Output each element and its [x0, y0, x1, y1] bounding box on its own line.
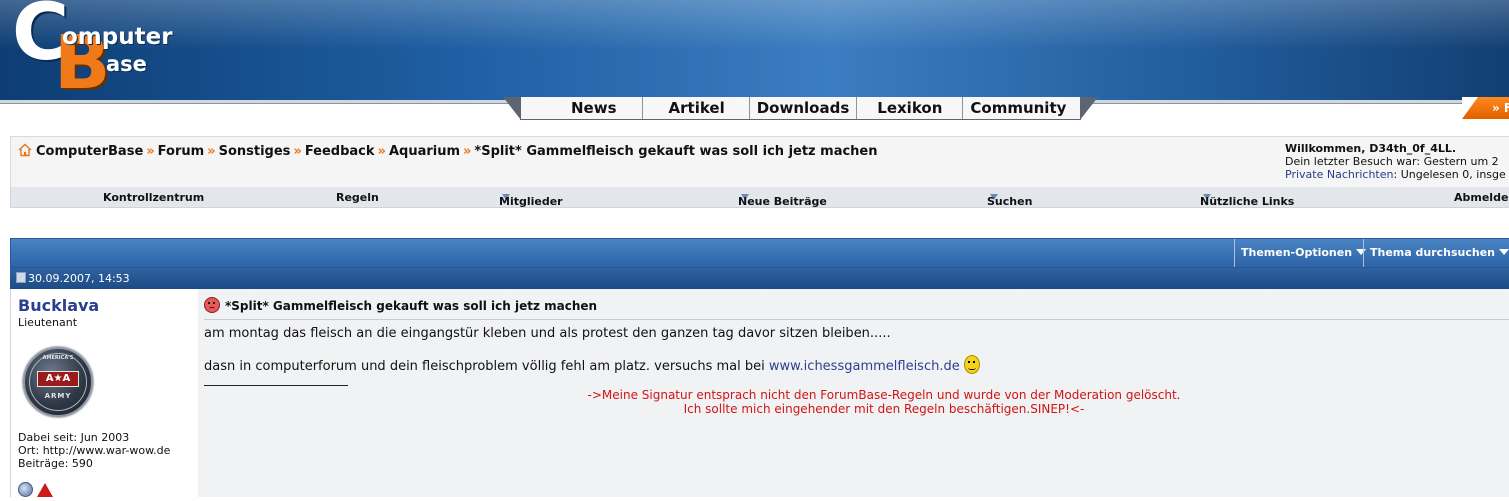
private-messages-status: : Ungelesen 0, insge	[1393, 168, 1506, 181]
author-joined: Dabei seit: Jun 2003	[18, 431, 130, 444]
thread-options-label: Themen-Optionen	[1241, 246, 1353, 259]
nav-community[interactable]: Community	[962, 97, 1080, 119]
post-title: *Split* Gammelfleisch gekauft was soll i…	[204, 297, 597, 313]
computerbase-logo[interactable]: C B omputer ase	[12, 0, 173, 100]
post-title-divider	[204, 319, 1509, 320]
breadcrumb-forum[interactable]: Forum	[158, 144, 205, 159]
thread-toolbar: Themen-Optionen Thema durchsuchen	[10, 238, 1509, 268]
post-author-panel: Bucklava Lieutenant AMERICA'S A★A ARMY D…	[10, 289, 199, 497]
online-status-icon	[18, 482, 33, 497]
nav-suchen[interactable]: Suchen	[987, 191, 1032, 208]
thread-search-label: Thema durchsuchen	[1370, 246, 1496, 259]
private-messages-link[interactable]: Private Nachrichten	[1285, 168, 1394, 181]
last-visit-text: Dein letzter Besuch war: Gestern um 2	[1285, 155, 1499, 168]
avatar: AMERICA'S A★A ARMY	[23, 347, 93, 417]
breadcrumb-box: ComputerBase» Forum» Sonstiges» Feedback» Aq…	[10, 136, 1509, 189]
breadcrumb-separator: »	[377, 144, 386, 159]
author-info: Dabei seit: Jun 2003 Ort: http://www.war…	[18, 431, 170, 470]
breadcrumb-aquarium[interactable]: Aquarium	[389, 144, 460, 159]
author-rank: Lieutenant	[18, 316, 78, 329]
breadcrumb-sonstiges[interactable]: Sonstiges	[219, 144, 291, 159]
avatar-emblem: A★A	[37, 371, 79, 387]
nav-suchen-label: Suchen	[987, 195, 1033, 208]
nav-neue-beitraege[interactable]: Neue Beiträge	[738, 191, 827, 208]
signature-line-1: ->Meine Signatur entsprach nicht den For…	[587, 388, 1181, 402]
nav-nuetzliche-links[interactable]: Nützliche Links	[1200, 191, 1294, 208]
logo-text-ase: ase	[106, 52, 147, 76]
house-icon[interactable]	[18, 143, 32, 157]
thread-search-menu[interactable]: Thema durchsuchen	[1363, 239, 1509, 267]
nav-lexikon[interactable]: Lexikon	[856, 97, 962, 119]
welcome-greeting: Willkommen, D34th_0f_4LL.	[1285, 142, 1457, 155]
nav-abmelden[interactable]: Abmelden	[1454, 191, 1509, 204]
nav-neue-beitraege-label: Neue Beiträge	[738, 195, 827, 208]
nav-kontrollzentrum[interactable]: Kontrollzentrum	[103, 191, 204, 204]
angry-face-icon	[204, 297, 220, 313]
warning-icon[interactable]	[37, 483, 53, 497]
breadcrumb-separator: »	[293, 144, 302, 159]
author-username[interactable]: Bucklava	[18, 296, 99, 315]
signature-divider	[204, 385, 348, 386]
post-text-line-2-body: dasn in computerforum und dein fleischpr…	[204, 359, 769, 374]
avatar-text-top: AMERICA'S	[42, 355, 74, 361]
post-text-line-1: am montag das fleisch an die eingangstür…	[204, 326, 891, 341]
forum-sub-navigation: Kontrollzentrum Regeln Mitglieder Neue B…	[10, 187, 1509, 208]
avatar-text-bottom: ARMY	[44, 392, 72, 400]
forum-corner-button[interactable]: » F	[1462, 97, 1509, 119]
author-location: Ort: http://www.war-wow.de	[18, 444, 171, 457]
breadcrumb-separator: »	[463, 144, 472, 159]
author-icons	[18, 482, 53, 501]
dropdown-arrow-icon	[1499, 249, 1509, 255]
nav-artikel[interactable]: Artikel	[641, 97, 749, 119]
post-date-bar: 30.09.2007, 14:53	[10, 268, 1509, 289]
breadcrumb-computerbase[interactable]: ComputerBase	[36, 144, 143, 159]
author-post-count: Beiträge: 590	[18, 457, 93, 470]
main-navigation: News Artikel Downloads Lexikon Community	[502, 97, 1099, 120]
site-header: C B omputer ase	[0, 0, 1509, 100]
signature-line-2: Ich sollte mich eingehender mit den Rege…	[683, 402, 1085, 416]
post-icon	[16, 272, 26, 283]
breadcrumb-separator: »	[146, 144, 155, 159]
breadcrumb: ComputerBase» Forum» Sonstiges» Feedback» Aq…	[18, 143, 878, 159]
nav-news[interactable]: News	[521, 97, 642, 119]
gammelfleisch-link[interactable]: www.ichessgammelfleisch.de	[769, 359, 960, 374]
post-body: *Split* Gammelfleisch gekauft was soll i…	[198, 289, 1509, 497]
welcome-panel: Willkommen, D34th_0f_4LL. Dein letzter B…	[1285, 142, 1506, 181]
breadcrumb-feedback[interactable]: Feedback	[305, 144, 375, 159]
nav-downloads[interactable]: Downloads	[748, 97, 857, 119]
logo-text-omputer: omputer	[62, 24, 173, 50]
post-text-line-2: dasn in computerforum und dein fleischpr…	[204, 355, 980, 374]
thread-options-menu[interactable]: Themen-Optionen	[1234, 239, 1372, 267]
nav-regeln[interactable]: Regeln	[336, 191, 379, 204]
post-title-text: *Split* Gammelfleisch gekauft was soll i…	[225, 299, 598, 313]
breadcrumb-separator: »	[207, 144, 216, 159]
nav-mitglieder[interactable]: Mitglieder	[499, 191, 563, 208]
breadcrumb-thread-title: *Split* Gammelfleisch gekauft was soll i…	[474, 144, 878, 159]
post-date: 30.09.2007, 14:53	[28, 272, 130, 285]
nav-nuetzliche-links-label: Nützliche Links	[1200, 195, 1295, 208]
smiley-icon	[963, 355, 980, 374]
nav-mitglieder-label: Mitglieder	[499, 195, 563, 208]
